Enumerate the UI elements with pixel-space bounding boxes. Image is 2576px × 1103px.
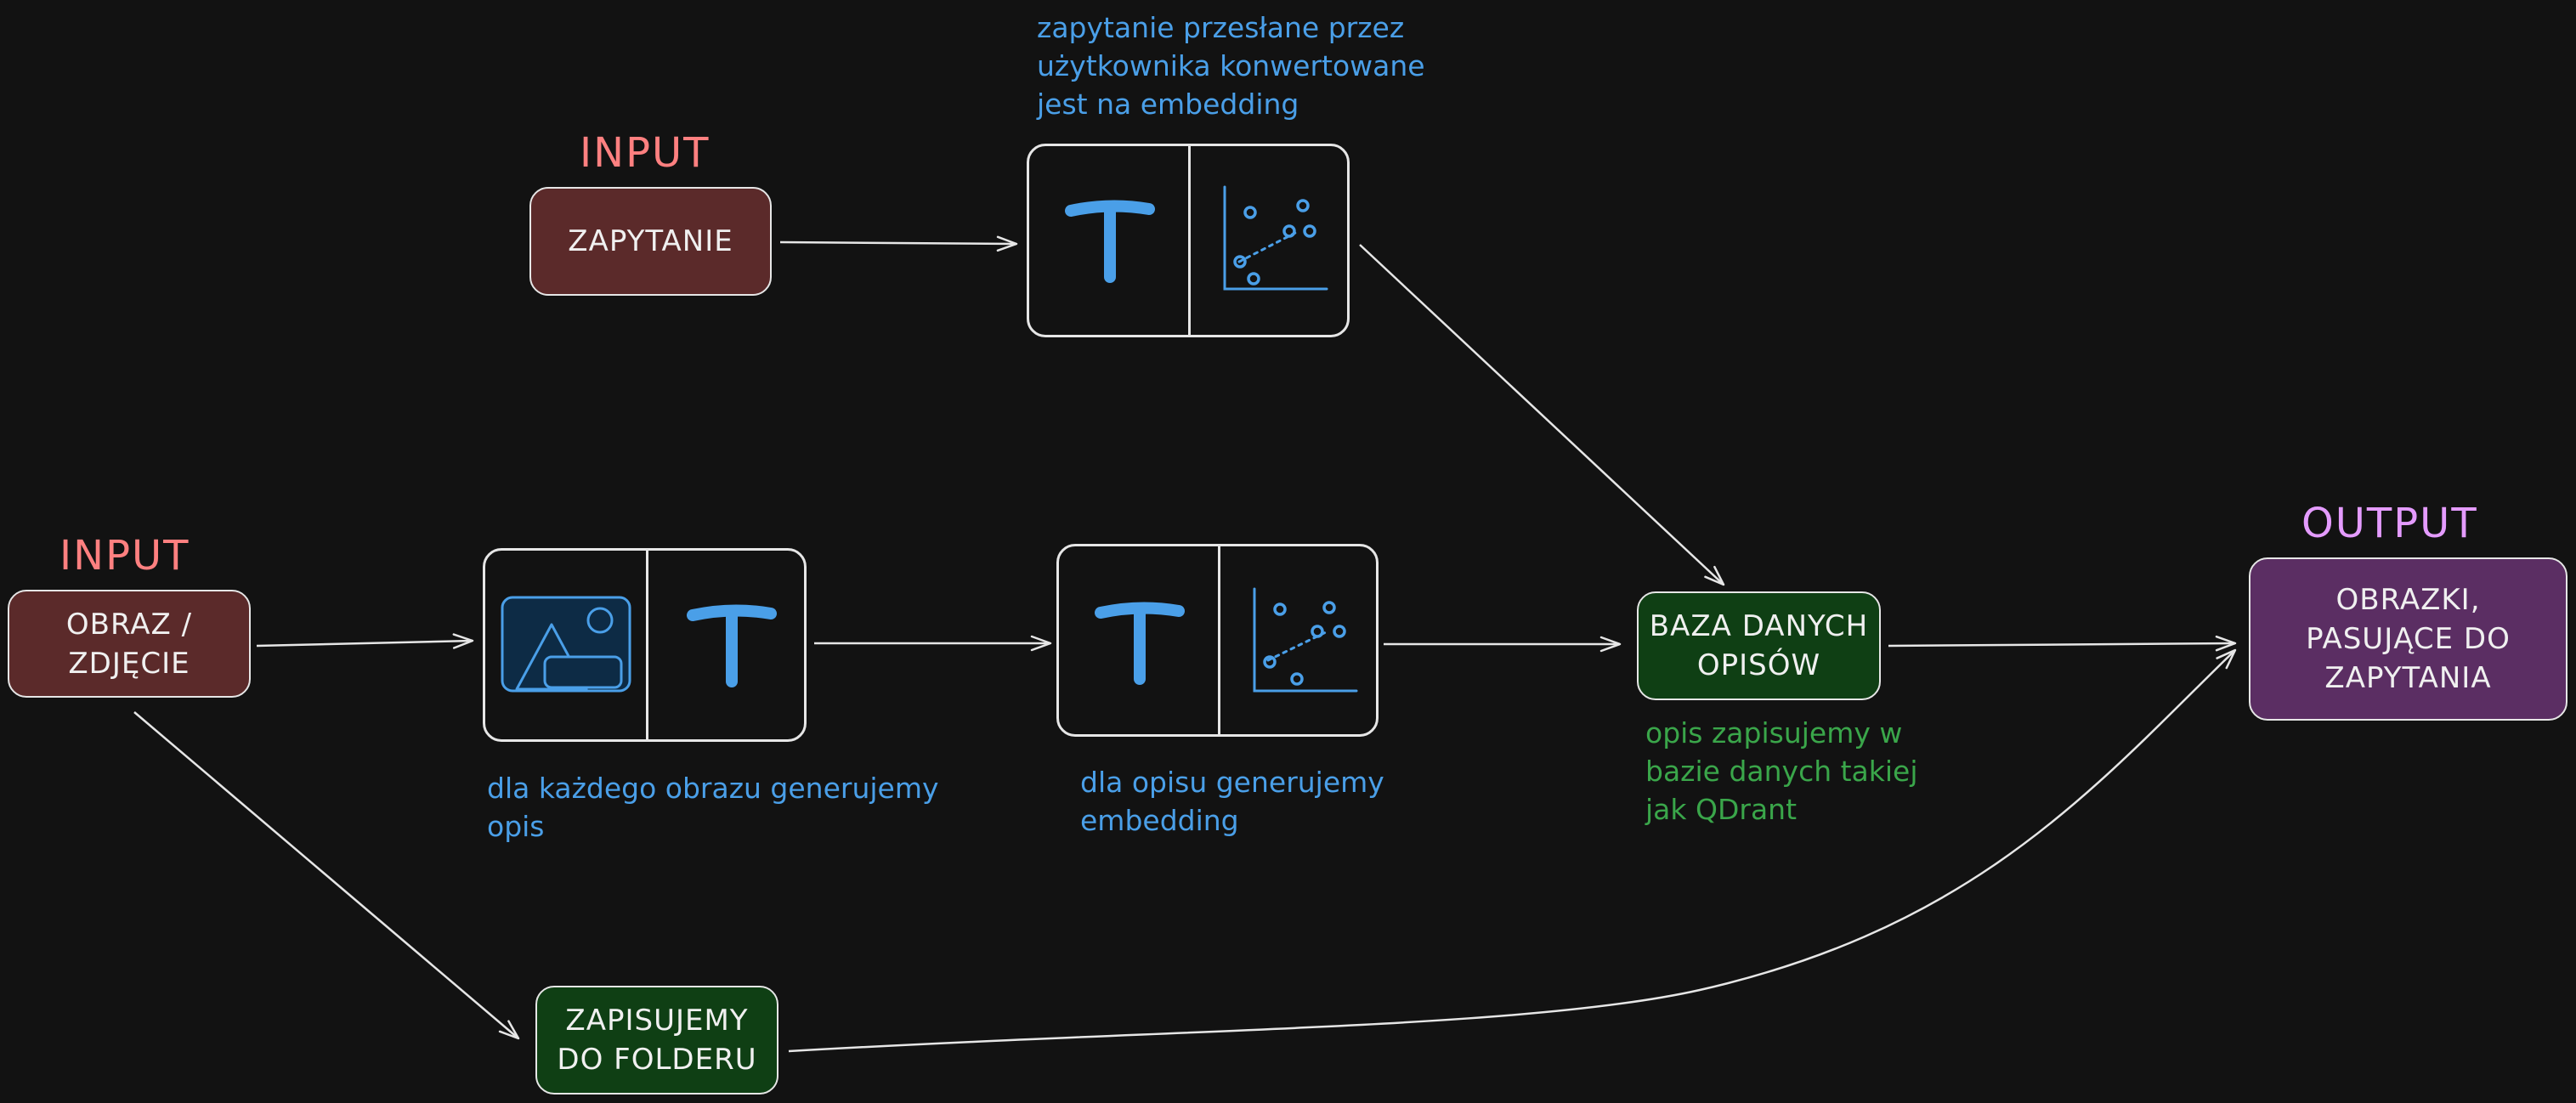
note-description-embedding: dla opisu generujemy embedding — [1080, 766, 1384, 837]
description-embedding-box — [1056, 544, 1379, 737]
arrow-folder-to-result — [788, 648, 2237, 1053]
image-icon — [501, 596, 631, 693]
text-icon — [687, 604, 777, 687]
arrow-query-to-embedding — [779, 235, 1018, 252]
query-embedding-box — [1027, 144, 1350, 337]
arrow-image-to-folder — [133, 711, 520, 1040]
text-icon — [1095, 602, 1185, 685]
image-node: OBRAZ / ZDJĘCIE — [8, 590, 251, 698]
diagram-canvas: INPUT INPUT OUTPUT ZAPYTANIE OBRAZ / ZDJ… — [0, 0, 2576, 1103]
arrow-image-to-description — [256, 633, 474, 649]
database-node: BAZA DANYCH OPISÓW — [1637, 591, 1881, 700]
divider — [1188, 146, 1191, 335]
result-node: OBRAZKI, PASUJĄCE DO ZAPYTANIA — [2249, 557, 2568, 721]
arrow-database-to-result — [1888, 635, 2237, 652]
scatter-plot-icon — [1253, 587, 1358, 693]
folder-node: ZAPISUJEMY DO FOLDERU — [535, 986, 778, 1095]
text-icon — [1065, 200, 1155, 283]
arrow-query-embedding-to-database — [1359, 244, 1725, 586]
input-label-top: INPUT — [580, 129, 711, 177]
query-node: ZAPYTANIE — [529, 187, 772, 296]
note-database: opis zapisujemy w bazie danych takiej ja… — [1645, 716, 1918, 826]
scatter-plot-icon — [1223, 185, 1328, 291]
input-label-left: INPUT — [59, 532, 190, 580]
note-image-description: dla każdego obrazu generujemy opis — [487, 772, 939, 843]
divider — [1218, 546, 1220, 734]
output-label: OUTPUT — [2301, 500, 2478, 547]
divider — [646, 551, 648, 739]
note-query-embedding: zapytanie przesłane przez użytkownika ko… — [1037, 11, 1425, 121]
image-description-box — [483, 548, 807, 742]
